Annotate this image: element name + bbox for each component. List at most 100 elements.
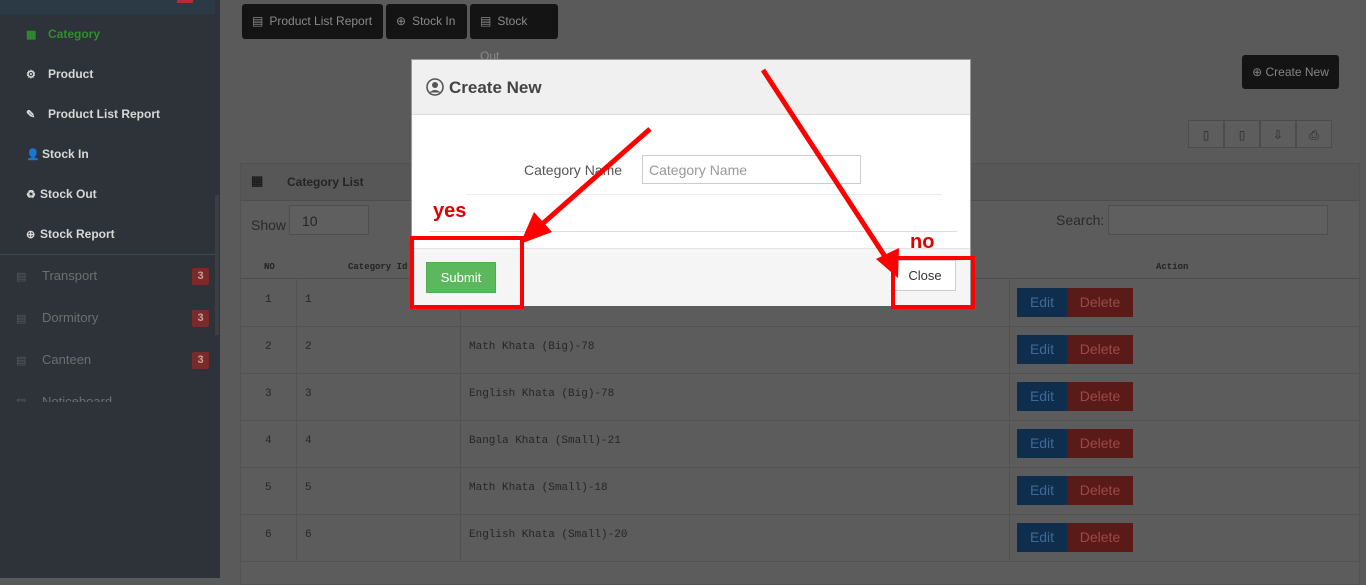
edit-button[interactable]: Edit (1017, 429, 1067, 458)
pdf-icon[interactable]: ▯ (1188, 120, 1224, 148)
plus-circle-icon: ⊕ (26, 229, 36, 241)
edit-button[interactable]: Edit (1017, 335, 1067, 364)
delete-button[interactable]: Delete (1067, 476, 1133, 505)
sidebar-item-stock-out[interactable]: ♻ Stock Out (0, 174, 241, 214)
annotation-no-label: no (910, 231, 935, 253)
cell-name: Math Khata (Big)-78 (469, 341, 595, 353)
product-icon: ⚙ (26, 69, 36, 81)
cell-name: English Khata (Big)-78 (469, 388, 615, 400)
cell-no: 3 (265, 388, 272, 400)
delete-button[interactable]: Delete (1067, 382, 1133, 411)
sidebar-item-label: Stock In (42, 147, 89, 161)
search-input[interactable] (1108, 205, 1328, 235)
excel-icon[interactable]: ▯ (1224, 120, 1260, 148)
edit-button[interactable]: Edit (1017, 382, 1067, 411)
column-header: Action (1156, 262, 1189, 272)
download-icon[interactable]: ⇩ (1260, 120, 1296, 148)
grid-icon: ▦ (251, 173, 264, 188)
sidebar-item-product[interactable]: ⚙ Product (0, 54, 241, 94)
sidebar-divider (0, 254, 215, 255)
sidebar-item-stock-in[interactable]: 👤 Stock In (0, 134, 241, 174)
sidebar-item-label: Product List Report (48, 107, 161, 121)
list-icon: ▤ (480, 14, 492, 28)
category-name-input[interactable] (642, 155, 861, 184)
table-row: 6 6 English Khata (Small)-20 Edit Delete (241, 514, 1359, 562)
sidebar-item-label: Stock Report (40, 227, 115, 241)
sidebar-item-stock-report[interactable]: ⊕ Stock Report (0, 214, 241, 254)
delete-button[interactable]: Delete (1067, 335, 1133, 364)
grid-icon: ▦ (26, 29, 37, 41)
stock-in-button[interactable]: ⊕ Stock In (386, 4, 467, 39)
delete-button[interactable]: Delete (1067, 288, 1133, 317)
cell-name: Bangla Khata (Small)-21 (469, 435, 621, 447)
table-row: 4 4 Bangla Khata (Small)-21 Edit Delete (241, 420, 1359, 468)
sidebar-item-label: Category (48, 27, 101, 41)
show-label: Show (251, 217, 287, 233)
modal-title: Create New (449, 78, 542, 97)
count-badge: 3 (192, 310, 209, 327)
panel-title: Category List (287, 175, 364, 189)
sidebar-item-category[interactable]: ▦ Category (0, 14, 241, 54)
print-icon[interactable]: ⎙ (1296, 120, 1332, 148)
column-header[interactable]: NO (264, 262, 275, 272)
button-label: Create New (1265, 65, 1329, 79)
edit-button[interactable]: Edit (1017, 523, 1067, 552)
sidebar-item-label: Transport (42, 268, 98, 283)
sidebar-item-transport[interactable]: ▤ Transport 3 (0, 256, 231, 296)
cell-id: 4 (305, 435, 312, 447)
cell-id: 5 (305, 482, 312, 494)
delete-button[interactable]: Delete (1067, 429, 1133, 458)
create-new-button[interactable]: ⊕ Create New (1242, 55, 1339, 89)
table-row: 5 5 Math Khata (Small)-18 Edit Delete (241, 467, 1359, 515)
sidebar-item-product-list-report[interactable]: ✎ Product List Report (0, 94, 241, 134)
edit-button[interactable]: Edit (1017, 476, 1067, 505)
divider (466, 194, 942, 195)
cell-id: 3 (305, 388, 312, 400)
search-label: Search: (1056, 212, 1105, 228)
cell-id: 6 (305, 529, 312, 541)
plus-circle-icon: ⊕ (396, 14, 407, 28)
button-label: Product List Report (269, 14, 373, 28)
cell-no: 1 (265, 294, 272, 306)
count-badge: 3 (192, 268, 209, 285)
plus-circle-icon: ⊕ (1252, 65, 1266, 79)
sidebar-scrollbar[interactable] (215, 195, 219, 335)
cell-no: 2 (265, 341, 272, 353)
table-row: 2 2 Math Khata (Big)-78 Edit Delete (241, 326, 1359, 374)
list-icon: ▤ (16, 313, 27, 325)
modal-header: Create New (412, 60, 970, 115)
sidebar-item-label: Dormitory (42, 310, 99, 325)
cell-no: 5 (265, 482, 272, 494)
category-name-label: Category Name (524, 162, 623, 178)
recycle-icon: ♻ (26, 189, 36, 201)
badge (177, 0, 193, 3)
sidebar-item-dormitory[interactable]: ▤ Dormitory 3 (0, 298, 231, 338)
list-icon: ▤ (252, 14, 264, 28)
delete-button[interactable]: Delete (1067, 523, 1133, 552)
count-badge: 3 (192, 352, 209, 369)
sidebar-item-canteen[interactable]: ▤ Canteen 3 (0, 340, 231, 380)
user-plus-icon: 👤 (26, 149, 40, 161)
cell-name: Math Khata (Small)-18 (469, 482, 608, 494)
sidebar-item-label: Canteen (42, 352, 92, 367)
sidebar-top-item[interactable] (0, 0, 215, 14)
annotation-box-submit (410, 236, 524, 309)
list-icon: ▤ (16, 271, 27, 283)
product-list-report-button[interactable]: ▤ Product List Report (242, 4, 383, 39)
table-row: 3 3 English Khata (Big)-78 Edit Delete (241, 373, 1359, 421)
user-circle-icon (426, 78, 444, 96)
page-size-select[interactable]: 10 (289, 205, 369, 235)
column-header[interactable]: Category Id (348, 262, 407, 272)
edit-icon: ✎ (26, 109, 36, 121)
edit-button[interactable]: Edit (1017, 288, 1067, 317)
sidebar: ▦ Category ⚙ Product ✎ Product List Report … (0, 0, 220, 578)
cell-name: English Khata (Small)-20 (469, 529, 628, 541)
sidebar-item-label: Noticeboard (42, 394, 113, 402)
list-icon: ▤ (16, 355, 27, 367)
annotation-box-close (891, 256, 975, 309)
cell-no: 6 (265, 529, 272, 541)
sidebar-item-label: Product (48, 67, 94, 81)
sidebar-item-label: Stock Out (40, 187, 97, 201)
sidebar-item-noticeboard[interactable]: ▤Noticeboard (0, 382, 231, 402)
stock-out-button[interactable]: ▤ Stock Out (470, 4, 558, 63)
